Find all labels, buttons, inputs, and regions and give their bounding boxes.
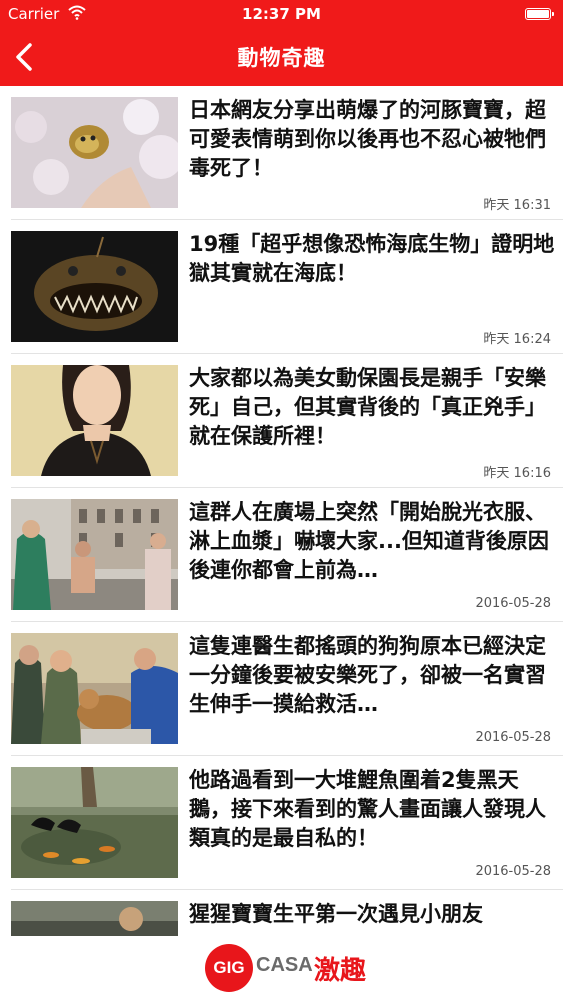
article-time: 2016-05-28 — [475, 730, 551, 745]
brand-logo-casa: CASA — [256, 954, 313, 976]
article-thumbnail — [11, 365, 178, 476]
navigation-bar: 動物奇趣 — [0, 28, 563, 86]
article-thumbnail — [11, 633, 178, 744]
brand-logo: GIG CASA 激趣 — [0, 936, 563, 1000]
article-time: 昨天 16:16 — [483, 466, 551, 481]
article-time: 2016-05-28 — [475, 864, 551, 879]
article-time: 2016-05-28 — [475, 596, 551, 611]
article-headline[interactable]: 這群人在廣場上突然「開始脫光衣服、淋上血漿」嚇壞大家...但知道背後原因後連你都… — [189, 498, 555, 585]
article-headline[interactable]: 這隻連醫生都搖頭的狗狗原本已經決定一分鐘後要被安樂死了，卻被一名實習生伸手一摸給… — [189, 632, 555, 719]
article-headline[interactable]: 大家都以為美女動保園長是親手「安樂死」自己，但其實背後的「真正兇手」就在保護所裡… — [189, 364, 555, 451]
article-item[interactable]: 這群人在廣場上突然「開始脫光衣服、淋上血漿」嚇壞大家...但知道背後原因後連你都… — [0, 488, 563, 622]
article-thumbnail — [11, 97, 178, 208]
article-thumbnail — [11, 901, 178, 936]
article-list[interactable]: 日本網友分享出萌爆了的河豚寶寶，超可愛表情萌到你以後再也不忍心被牠們毒死了！ 昨… — [0, 86, 563, 936]
article-item[interactable]: 他路過看到一大堆鯉魚圍着2隻黑天鵝，接下來看到的驚人畫面讓人發現人類真的是最自私… — [0, 756, 563, 890]
battery-icon — [525, 8, 554, 20]
article-item[interactable]: 19種「超乎想像恐怖海底生物」證明地獄其實就在海底！ 昨天 16:24 — [0, 220, 563, 354]
article-time: 昨天 16:31 — [483, 198, 551, 213]
article-item[interactable]: 日本網友分享出萌爆了的河豚寶寶，超可愛表情萌到你以後再也不忍心被牠們毒死了！ 昨… — [0, 86, 563, 220]
article-time: 昨天 16:24 — [483, 332, 551, 347]
status-bar: Carrier 12:37 PM — [0, 0, 563, 28]
article-thumbnail — [11, 767, 178, 878]
clock-time: 12:37 PM — [242, 5, 321, 23]
page-title: 動物奇趣 — [237, 46, 326, 70]
article-item[interactable]: 這隻連醫生都搖頭的狗狗原本已經決定一分鐘後要被安樂死了，卻被一名實習生伸手一摸給… — [0, 622, 563, 756]
article-thumbnail — [11, 231, 178, 342]
brand-logo-chinese: 激趣 — [314, 956, 367, 986]
brand-logo-circle: GIG — [205, 944, 253, 992]
article-headline[interactable]: 他路過看到一大堆鯉魚圍着2隻黑天鵝，接下來看到的驚人畫面讓人發現人類真的是最自私… — [189, 766, 555, 853]
article-headline[interactable]: 日本網友分享出萌爆了的河豚寶寶，超可愛表情萌到你以後再也不忍心被牠們毒死了！ — [189, 96, 555, 183]
article-thumbnail — [11, 499, 178, 610]
article-item[interactable]: 猩猩寶寶生平第一次遇見小朋友 — [0, 890, 563, 936]
article-headline[interactable]: 19種「超乎想像恐怖海底生物」證明地獄其實就在海底！ — [189, 230, 555, 288]
article-headline[interactable]: 猩猩寶寶生平第一次遇見小朋友 — [189, 900, 555, 929]
article-item[interactable]: 大家都以為美女動保園長是親手「安樂死」自己，但其實背後的「真正兇手」就在保護所裡… — [0, 354, 563, 488]
